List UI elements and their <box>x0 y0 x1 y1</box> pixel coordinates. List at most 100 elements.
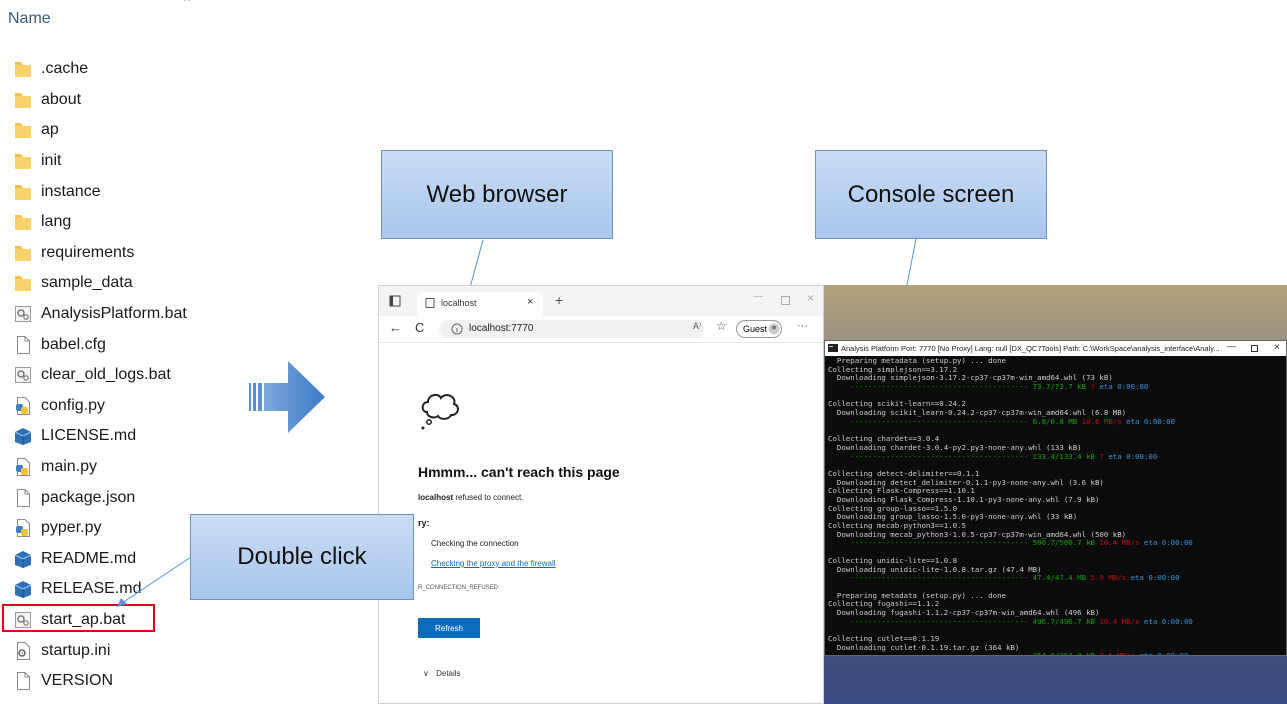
console-line: Downloading unidic-lite-1.0.8.tar.gz (47… <box>828 565 1042 574</box>
eta-text: eta 0:00:00 <box>1139 617 1193 626</box>
address-toolbar: ← C localhost:7770 A⁾ ☆ Guest ··· <box>379 316 823 343</box>
file-row[interactable]: package.json <box>14 482 187 513</box>
file-row[interactable]: config.py <box>14 391 187 422</box>
folder-icon <box>14 59 32 79</box>
error-message: localhost refused to connect. <box>418 493 523 502</box>
file-row[interactable]: lang <box>14 207 187 238</box>
error-title: Hmmm... can't reach this page <box>418 464 620 480</box>
folder-icon <box>14 212 32 232</box>
file-row[interactable]: pyper.py <box>14 513 187 544</box>
right-arrow-icon <box>249 361 325 433</box>
file-row[interactable]: init <box>14 146 187 177</box>
file-row[interactable]: .cache <box>14 54 187 85</box>
file-row[interactable]: instance <box>14 176 187 207</box>
file-row[interactable]: VERSION <box>14 666 187 697</box>
file-name: sample_data <box>41 274 133 292</box>
file-name: startup.ini <box>41 641 111 659</box>
console-minimize-icon[interactable]: — <box>1224 341 1239 351</box>
console-line: Downloading group_lasso-1.5.0-py3-none-a… <box>828 513 1078 522</box>
thought-bubble-icon <box>421 393 459 430</box>
file-row[interactable]: about <box>14 85 187 116</box>
eta-text: eta 0:00:00 <box>1126 574 1180 583</box>
error-text: refused to connect. <box>455 493 524 502</box>
minimize-icon[interactable]: — <box>753 291 763 302</box>
blank-file-icon <box>14 335 32 355</box>
rate-text: 10.6 MB/s <box>1077 417 1122 426</box>
back-icon[interactable]: ← <box>389 320 402 335</box>
file-name: README.md <box>41 549 137 567</box>
eta-text: eta 0:00:00 <box>1139 539 1193 548</box>
more-icon[interactable]: ··· <box>797 320 808 332</box>
file-row[interactable]: requirements <box>14 238 187 269</box>
tab-actions-icon[interactable] <box>389 295 401 307</box>
file-row[interactable]: startup.ini <box>14 635 187 666</box>
console-line: ----------------------------------------… <box>828 383 1283 392</box>
console-line: Downloading cutlet-0.1.19.tar.gz (364 kB… <box>828 643 1020 652</box>
console-line: Collecting fugashi==1.1.2 <box>828 600 940 609</box>
folder-icon <box>14 273 32 293</box>
tab-title: localhost <box>441 298 477 308</box>
rate-text: ? <box>1094 452 1104 461</box>
avatar-icon <box>768 323 780 335</box>
proxy-firewall-link[interactable]: Checking the proxy and the firewall <box>431 559 556 568</box>
console-maximize-icon[interactable] <box>1251 345 1258 352</box>
console-line: Collecting Flask-Compress==1.10.1 <box>828 487 975 496</box>
tab-close-icon[interactable]: × <box>527 296 533 308</box>
file-list: .cache about ap init instance lang requirement… <box>14 54 187 696</box>
console-title-bar: Analysis Platform Port: 7770 [No Proxy] … <box>825 341 1286 356</box>
file-row[interactable]: LICENSE.md <box>14 421 187 452</box>
file-name: clear_old_logs.bat <box>41 366 171 384</box>
details-toggle[interactable]: ∨ Details <box>423 669 461 678</box>
window-close-icon[interactable]: × <box>807 291 814 305</box>
file-row[interactable]: ap <box>14 115 187 146</box>
console-line: Downloading chardet-3.0.4-py2.py3-none-a… <box>828 443 1082 452</box>
file-row[interactable]: babel.cfg <box>14 329 187 360</box>
console-line: Downloading detect_delimiter-0.1.1-py3-n… <box>828 478 1104 487</box>
reload-icon[interactable]: C <box>415 320 424 335</box>
console-line: ----------------------------------------… <box>828 539 1283 548</box>
rate-text: ? <box>1086 383 1095 392</box>
folder-icon <box>14 182 32 202</box>
file-row[interactable]: RELEASE.md <box>14 574 187 605</box>
markdown-file-icon <box>14 549 32 569</box>
guest-profile-button[interactable]: Guest <box>736 320 782 338</box>
file-name: lang <box>41 213 72 231</box>
python-file-icon <box>14 518 32 538</box>
file-row[interactable]: main.py <box>14 452 187 483</box>
browser-window: localhost × + — × ← C localhost:7770 A⁾ … <box>378 285 824 704</box>
url-text: localhost:7770 <box>469 323 534 334</box>
info-icon[interactable] <box>451 323 463 335</box>
progress-text: ----------------------------------------… <box>828 652 1095 655</box>
file-row[interactable]: sample_data <box>14 268 187 299</box>
console-close-icon[interactable]: × <box>1272 342 1282 353</box>
batch-file-icon <box>14 304 32 324</box>
maximize-icon[interactable] <box>781 296 790 305</box>
rate-text: 5.9 MB/s <box>1086 574 1127 583</box>
progress-text: ----------------------------------------… <box>828 417 1078 426</box>
favorites-icon[interactable]: ☆ <box>716 319 727 333</box>
file-name: AnalysisPlatform.bat <box>41 305 187 323</box>
markdown-file-icon <box>14 579 32 599</box>
double-click-callout: Double click <box>190 514 414 600</box>
console-line: Collecting unidic-lite==1.0.8 <box>828 556 958 565</box>
console-line: Collecting chardet==3.0.4 <box>828 435 940 444</box>
console-line: ----------------------------------------… <box>828 453 1283 462</box>
browser-tab[interactable]: localhost × <box>417 292 543 316</box>
read-aloud-icon[interactable]: A⁾ <box>693 321 701 332</box>
refresh-button[interactable]: Refresh <box>418 618 480 638</box>
collapse-chevron-icon[interactable]: ^ <box>184 0 190 8</box>
console-line: ----------------------------------------… <box>828 418 1283 427</box>
name-column-header[interactable]: Name <box>8 10 51 28</box>
file-row[interactable]: README.md <box>14 544 187 575</box>
progress-text: ----------------------------------------… <box>828 539 1095 548</box>
file-row[interactable]: AnalysisPlatform.bat <box>14 299 187 330</box>
address-bar[interactable]: localhost:7770 <box>439 320 704 338</box>
file-row[interactable]: clear_old_logs.bat <box>14 360 187 391</box>
new-tab-icon[interactable]: + <box>555 292 563 308</box>
try-label: ry: <box>418 518 430 528</box>
console-line: Collecting group-lasso==1.5.0 <box>828 504 958 513</box>
